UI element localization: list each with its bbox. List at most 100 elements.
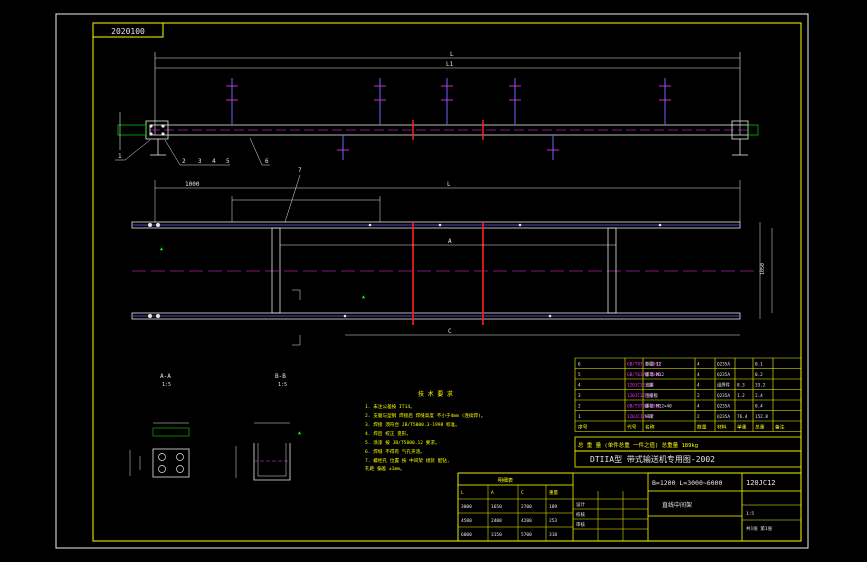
drawing-no: 120JC12 (746, 479, 776, 487)
parts-cell: 152.8 (755, 414, 768, 420)
parts-cell: 33.2 (755, 383, 766, 389)
revision-cell: 6000 (461, 532, 472, 538)
callout-leaders (115, 137, 270, 166)
section-marker-a (292, 289, 301, 300)
parts-cell: 0.2 (755, 372, 763, 378)
revision-cell: 重量 (549, 489, 558, 496)
weld-symbol-left: ▲ (160, 246, 163, 252)
technical-notes: 技 术 要 求 1. 未注公差按 IT14。 2. 支腿与型钢 焊接后 焊缝高度… (365, 390, 485, 472)
dim-plan-A: A (448, 238, 452, 245)
elevation-view: L L1 1 2 3 4 5 6 (115, 51, 759, 166)
parts-cell: 支腿 (645, 382, 654, 389)
parts-header: 序号 (578, 424, 588, 431)
cross-member-2 (607, 227, 617, 314)
parts-cell: Q235A (717, 404, 730, 410)
idler-crossbars (226, 85, 671, 151)
parts-cell: 2 (697, 414, 700, 420)
note-8: 孔距 偏差 ±1mm。 (365, 465, 405, 472)
parts-cell: 2.4 (755, 393, 763, 399)
dim-plan-left: 1000 (185, 181, 200, 188)
sheet-label: 共1张 第1张 (746, 525, 773, 532)
parts-cell: 螺栓 M12×40 (645, 403, 672, 410)
revision-cell: C (521, 490, 524, 496)
parts-cell: 0.4 (755, 404, 763, 410)
parts-header: 代号 (627, 424, 637, 431)
parts-cell: 6 (578, 362, 581, 368)
code-box-text: 2020100 (111, 27, 145, 36)
parts-cell: 2 (578, 404, 581, 410)
callout-2: 2 (182, 158, 186, 165)
revision-cell: 4500 (461, 518, 472, 524)
parts-cell: 4 (697, 372, 700, 378)
revision-cell: 318 (549, 532, 557, 538)
cross-member-1 (271, 227, 281, 314)
parts-cell: 2 (697, 393, 700, 399)
parts-header: 名称 (645, 424, 655, 431)
parts-cell: 4 (578, 383, 581, 389)
parts-cell: 组焊件 (717, 382, 731, 389)
svg-text:▲: ▲ (298, 430, 301, 436)
callout-5: 5 (226, 158, 230, 165)
parts-cell: 螺母 M12 (645, 371, 664, 378)
section-b-scale: 1:5 (278, 382, 287, 388)
note-7: 7. 螺栓孔 位置 按 中间架 组装 配钻, (365, 457, 450, 464)
parts-cell: 连接板 (645, 392, 659, 399)
revision-cell: 2700 (521, 504, 532, 510)
callout-7: 7 (298, 167, 302, 174)
dim-plan-L: L (447, 181, 451, 188)
parts-cell: 0.1 (755, 362, 763, 368)
parts-cell: 纵梁 (645, 413, 654, 420)
cad-viewport[interactable]: 2020100 L L1 1 2 3 4 5 6 L 1000 1050 A C… (0, 0, 867, 562)
plan-view: L 1000 1050 A C 7 ▲ ▲ (131, 167, 773, 346)
parts-header: 总重 (755, 424, 765, 431)
note-2: 2. 支腿与型钢 焊接后 焊缝高度 不小于4mm (连续焊)。 (365, 412, 485, 419)
parts-cell: 76.4 (737, 414, 748, 420)
parts-cell: 4 (697, 404, 700, 410)
idler-brackets (231, 78, 666, 160)
revision-title: 明细表 (498, 477, 513, 484)
section-a-plate (152, 448, 190, 478)
parts-cell: 5 (578, 372, 581, 378)
callout-1: 1 (118, 153, 122, 160)
revision-cell: 2400 (491, 518, 502, 524)
drawing-canvas: 2020100 L L1 1 2 3 4 5 6 L 1000 1050 A C… (55, 13, 809, 549)
revision-cell: 3000 (461, 504, 472, 510)
section-a-label: A-A (160, 373, 171, 380)
dim-top-L1: L1 (446, 61, 454, 68)
revision-cell: A (491, 490, 494, 496)
dim-plan-C: C (448, 328, 452, 335)
scale-label: 1:5 (746, 511, 754, 517)
sub-title: B=1200 L=3000~6000 (652, 479, 723, 487)
part-name: 直线中间架 (662, 501, 692, 509)
section-b-view: B-B 1:5 ▲ (235, 373, 301, 481)
section-a-scale: 1:5 (162, 382, 171, 388)
note-5: 5. 涂漆 按 JB/T5000.12 要求。 (365, 439, 440, 446)
parts-cell: 3 (578, 393, 581, 399)
revision-cell: 5700 (521, 532, 532, 538)
revision-table: L A C 重量 3000 1650 2700 189 4500 2400 4200 253 6000 3… (457, 484, 574, 542)
revision-cell: L (461, 490, 464, 496)
parts-cell: 4 (697, 383, 700, 389)
dim-top-L: L (450, 51, 454, 58)
check-label: 校核 (576, 511, 585, 518)
revision-cell: 253 (549, 518, 557, 524)
parts-cell: 垫圈 12 (645, 361, 662, 368)
design-label: 设计 (576, 501, 585, 508)
section-a-view: A-A 1:5 (129, 373, 190, 478)
callout-6: 6 (265, 158, 269, 165)
parts-table: 6 GB/T97.1-2002垫圈 12 4 Q235A 0.15 GB/T6170-20… (574, 357, 802, 432)
parts-header: 单重 (737, 424, 747, 431)
section-b-label: B-B (275, 373, 286, 380)
note-3: 3. 焊接 须符合 JB/T5000.3-1998 标准。 (365, 421, 460, 428)
parts-header: 备注 (775, 424, 785, 431)
main-title: DTIIA型 带式输送机专用图-2002 (590, 454, 715, 464)
revision-cell: 4200 (521, 518, 532, 524)
callout-3: 3 (198, 158, 202, 165)
parts-cell: 1.2 (737, 393, 745, 399)
weld-symbol-right: ▲ (362, 294, 365, 300)
note-4: 4. 焊后 校正 变形。 (365, 430, 411, 437)
parts-cell: Q235A (717, 372, 730, 378)
parts-cell: Q235A (717, 393, 730, 399)
bracket-left (117, 124, 147, 136)
parts-header: 材料 (717, 424, 727, 431)
